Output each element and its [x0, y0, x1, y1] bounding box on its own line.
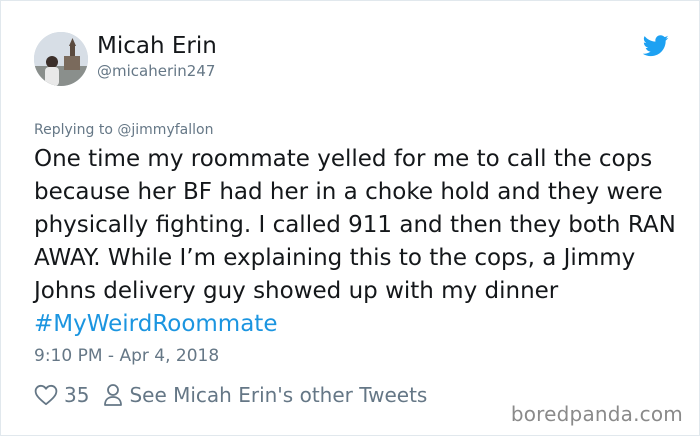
display-name[interactable]: Micah Erin: [97, 32, 217, 60]
hashtag-link[interactable]: #MyWeirdRoommate: [34, 311, 277, 337]
heart-icon[interactable]: [34, 384, 58, 406]
tweet-actions: 35 See Micah Erin's other Tweets: [34, 381, 427, 409]
tweet-body: One time my roommate yelled for me to ca…: [34, 146, 676, 304]
person-icon[interactable]: [103, 383, 123, 407]
tweet-text: One time my roommate yelled for me to ca…: [34, 143, 679, 341]
other-tweets-link[interactable]: See Micah Erin's other Tweets: [129, 383, 427, 407]
reply-mention-link[interactable]: @jimmyfallon: [117, 122, 213, 138]
replying-to: Replying to @jimmyfallon: [34, 120, 213, 140]
watermark: boredpanda.com: [510, 402, 683, 426]
tweet-timestamp[interactable]: 9:10 PM - Apr 4, 2018: [34, 345, 219, 367]
twitter-bird-icon[interactable]: [643, 35, 669, 57]
replying-prefix: Replying to: [34, 122, 118, 138]
like-count: 35: [64, 383, 90, 407]
tweet-card: Micah Erin @micaherin247 Replying to @ji…: [0, 0, 700, 436]
avatar[interactable]: [34, 32, 88, 86]
user-handle[interactable]: @micaherin247: [97, 61, 215, 81]
